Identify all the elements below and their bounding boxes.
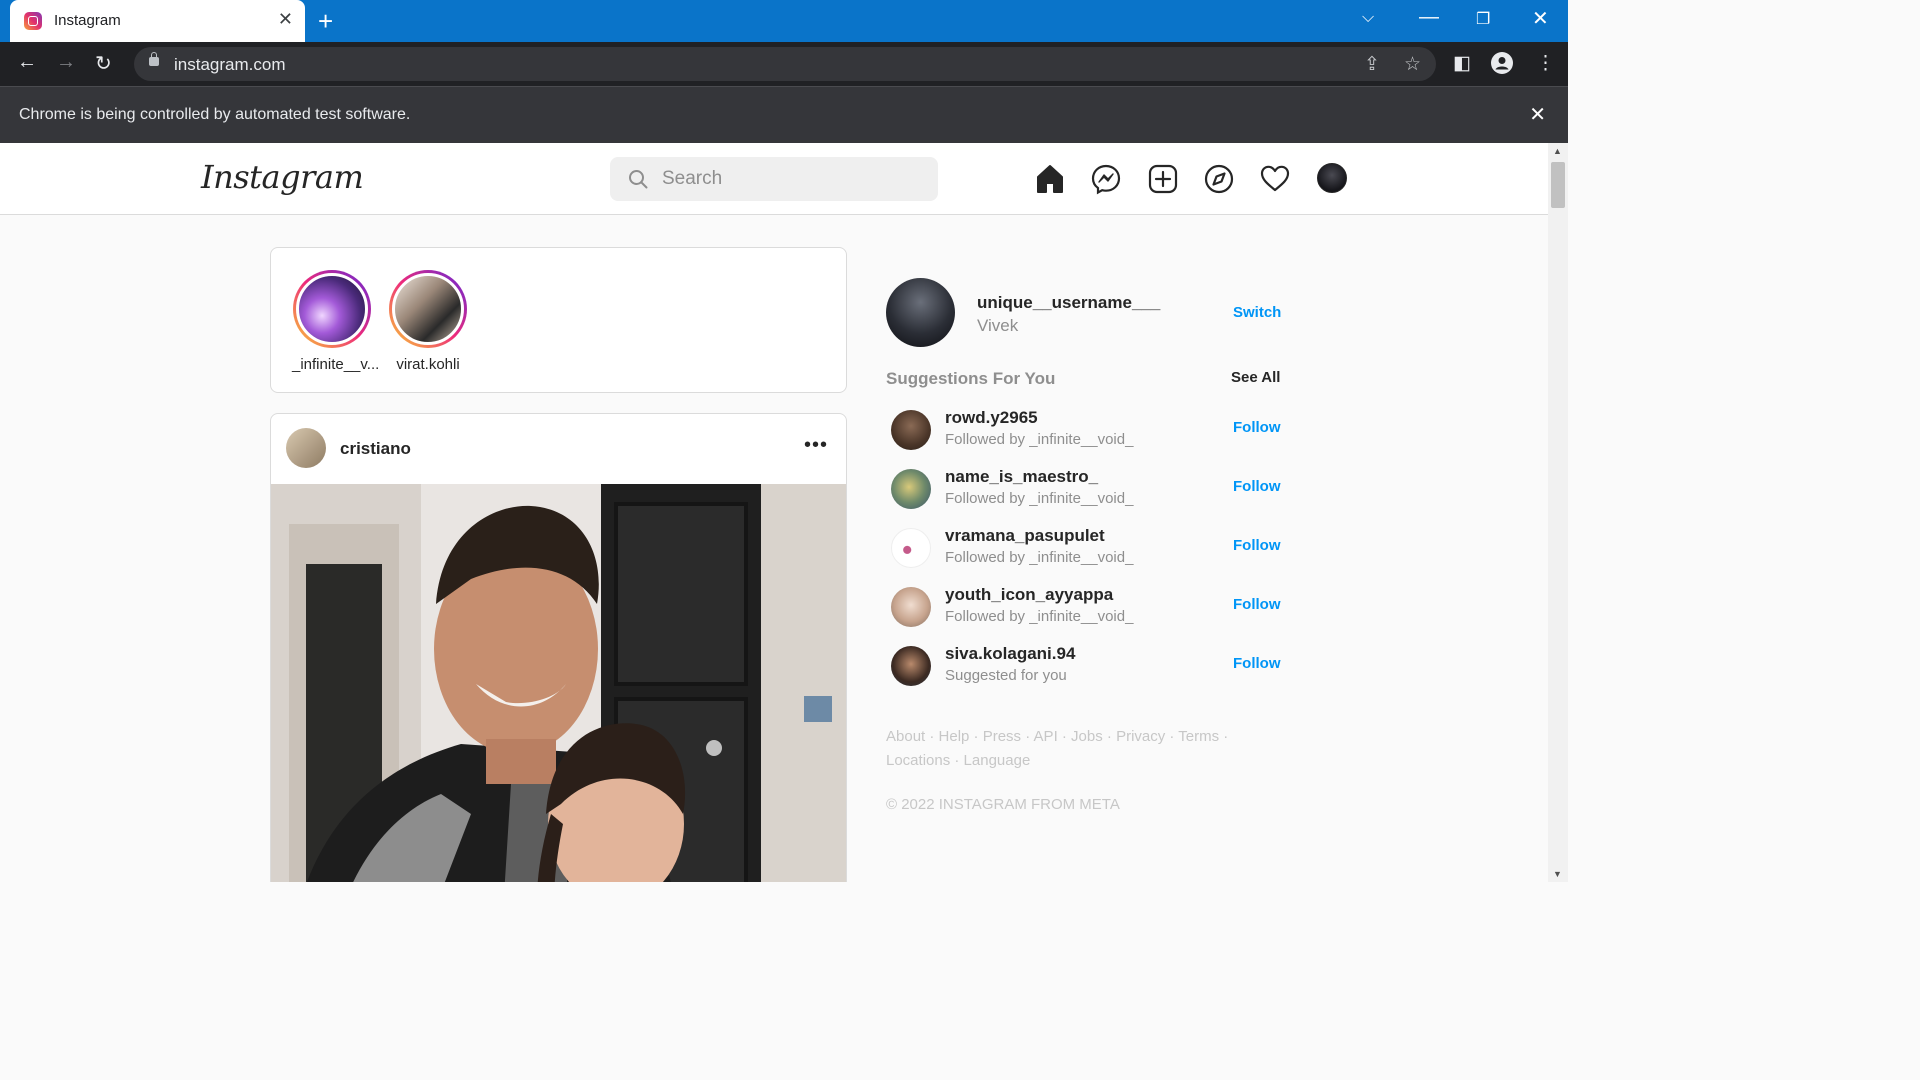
explore-compass-icon[interactable] (1203, 163, 1235, 195)
suggestion-avatar[interactable] (891, 587, 931, 627)
scroll-down-arrow-icon[interactable]: ▼ (1553, 869, 1562, 879)
follow-button[interactable]: Follow (1233, 478, 1281, 495)
switch-account-button[interactable]: Switch (1233, 304, 1281, 321)
see-all-button[interactable]: See All (1231, 369, 1280, 386)
suggestion-subtitle: Followed by _infinite__void_ (945, 431, 1134, 448)
minimize-icon[interactable]: — (1419, 6, 1439, 29)
automation-infobar: Chrome is being controlled by automated … (0, 86, 1568, 143)
messenger-icon[interactable] (1090, 163, 1122, 195)
reload-icon[interactable]: ↻ (95, 51, 112, 76)
profile-avatar[interactable] (1317, 163, 1347, 193)
suggestion-username[interactable]: name_is_maestro_ (945, 467, 1098, 487)
follow-button[interactable]: Follow (1233, 596, 1281, 613)
suggestion-item: youth_icon_ayyappa Followed by _infinite… (886, 585, 1281, 635)
lock-icon (149, 52, 159, 66)
side-panel-icon[interactable]: ◧ (1453, 52, 1471, 75)
forward-icon[interactable]: → (56, 51, 76, 74)
scroll-up-arrow-icon[interactable]: ▲ (1553, 146, 1562, 156)
profile-icon[interactable] (1491, 52, 1513, 80)
tab-title: Instagram (54, 12, 121, 29)
suggestion-subtitle: Followed by _infinite__void_ (945, 608, 1134, 625)
page-scrollbar[interactable]: ▲ ▼ (1548, 143, 1568, 882)
infobar-close-icon[interactable]: ✕ (1529, 102, 1546, 127)
activity-heart-icon[interactable] (1259, 163, 1291, 195)
automation-notice: Chrome is being controlled by automated … (19, 106, 411, 123)
story-label: _infinite__v... (292, 356, 380, 373)
suggestion-subtitle: Followed by _infinite__void_ (945, 490, 1134, 507)
feed-post: cristiano ••• (270, 413, 847, 882)
post-author-avatar[interactable] (286, 428, 326, 468)
suggestion-avatar[interactable] (891, 646, 931, 686)
url-text[interactable]: instagram.com (174, 55, 285, 75)
instagram-header: Instagram (0, 143, 1548, 215)
more-options-icon[interactable]: ••• (804, 434, 828, 457)
current-user-avatar[interactable] (886, 278, 955, 347)
post-author-username[interactable]: cristiano (340, 439, 411, 459)
follow-button[interactable]: Follow (1233, 537, 1281, 554)
stories-tray: _infinite__v... virat.kohli (270, 247, 847, 393)
suggestion-username[interactable]: vramana_pasupulet (945, 526, 1105, 546)
suggestion-subtitle: Followed by _infinite__void_ (945, 549, 1134, 566)
story-ring (293, 270, 371, 348)
story-item[interactable]: virat.kohli (388, 270, 468, 373)
instagram-favicon-icon (24, 12, 42, 30)
current-user-name: Vivek (977, 316, 1019, 335)
chrome-menu-icon[interactable]: ⋮ (1536, 52, 1555, 75)
restore-icon[interactable]: ❐ (1476, 9, 1490, 29)
suggestion-subtitle: Suggested for you (945, 667, 1067, 684)
tab-close-icon[interactable]: ✕ (278, 9, 293, 30)
tab-search-icon[interactable]: ⌵ (1362, 9, 1374, 27)
share-icon[interactable]: ⇪ (1364, 53, 1380, 76)
story-ring (389, 270, 467, 348)
copyright-text: © 2022 INSTAGRAM FROM META (886, 796, 1120, 813)
search-box[interactable] (610, 157, 938, 201)
post-photo[interactable] (271, 484, 847, 882)
suggestion-username[interactable]: rowd.y2965 (945, 408, 1038, 428)
story-avatar (296, 273, 368, 345)
back-icon[interactable]: ← (17, 51, 37, 74)
suggestions-title: Suggestions For You (886, 369, 1056, 388)
suggestion-avatar[interactable] (891, 469, 931, 509)
story-avatar (392, 273, 464, 345)
suggestion-item: name_is_maestro_ Followed by _infinite__… (886, 467, 1281, 517)
window-close-icon[interactable]: ✕ (1532, 6, 1549, 31)
scrollbar-thumb[interactable] (1551, 162, 1565, 208)
new-post-icon[interactable] (1147, 163, 1179, 195)
browser-titlebar: Instagram ✕ + ⌵ — ❐ ✕ (0, 0, 1568, 42)
suggestion-item: vramana_pasupulet Followed by _infinite_… (886, 526, 1281, 576)
search-input[interactable] (662, 165, 922, 193)
follow-button[interactable]: Follow (1233, 655, 1281, 672)
page-viewport: Instagram Search _infinite__v... virat.k… (0, 143, 1548, 882)
current-user-username[interactable]: unique__username___ (977, 293, 1160, 313)
address-bar[interactable]: instagram.com ⇪ ☆ (134, 47, 1436, 81)
suggestion-avatar[interactable] (891, 528, 931, 568)
suggestion-username[interactable]: siva.kolagani.94 (945, 644, 1075, 664)
search-icon (629, 170, 648, 189)
suggestion-username[interactable]: youth_icon_ayyappa (945, 585, 1113, 605)
suggestion-item: rowd.y2965 Followed by _infinite__void_ … (886, 408, 1281, 458)
suggestion-item: siva.kolagani.94 Suggested for you Follo… (886, 644, 1281, 694)
story-item[interactable]: _infinite__v... (292, 270, 380, 373)
story-label: virat.kohli (396, 356, 460, 373)
follow-button[interactable]: Follow (1233, 419, 1281, 436)
new-tab-icon[interactable]: + (318, 6, 333, 37)
footer-links[interactable]: About · Help · Press · API · Jobs · Priv… (886, 725, 1281, 773)
home-icon[interactable] (1034, 163, 1066, 195)
bookmark-star-icon[interactable]: ☆ (1404, 53, 1421, 76)
browser-toolbar: ← → ↻ instagram.com ⇪ ☆ ◧ ⋮ (0, 42, 1568, 86)
instagram-logo[interactable]: Instagram (201, 158, 364, 196)
browser-tab[interactable]: Instagram ✕ (10, 0, 305, 42)
suggestion-avatar[interactable] (891, 410, 931, 450)
